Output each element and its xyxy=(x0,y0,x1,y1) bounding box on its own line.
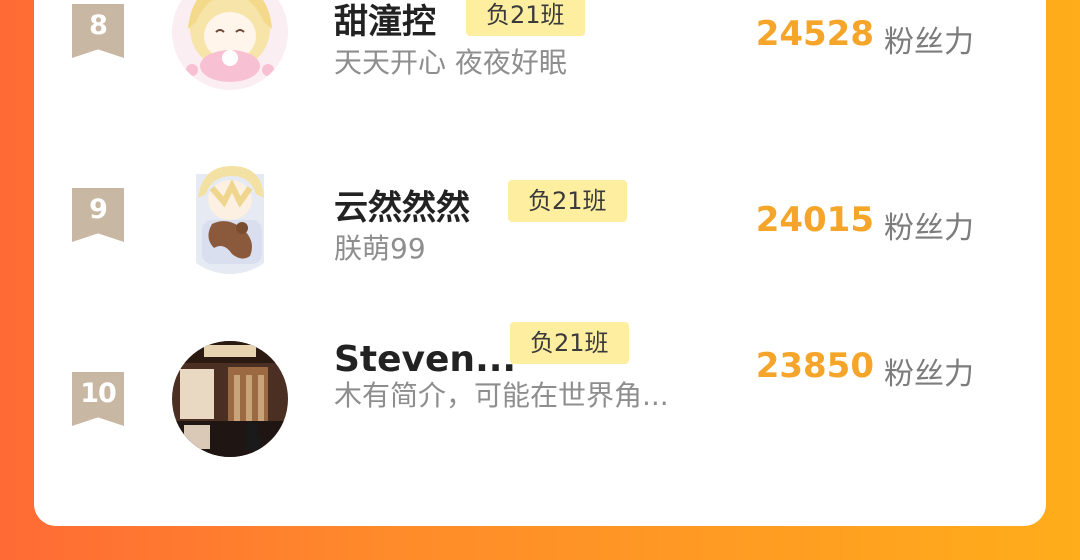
rank-number: 10 xyxy=(80,378,117,409)
class-tag: 负21班 xyxy=(508,180,627,222)
user-name[interactable]: 甜潼控 xyxy=(334,0,436,43)
user-bio: 朕萌99 xyxy=(334,232,426,265)
rank-badge: 8 xyxy=(72,4,124,58)
user-bio: 木有简介，可能在世界角... xyxy=(334,379,669,412)
ranking-card: 8 甜潼控 负21班 天天开心 夜夜好眠 24528 粉丝力 9 云然然然 负2… xyxy=(34,0,1046,526)
user-bio: 天天开心 夜夜好眠 xyxy=(334,46,567,79)
class-tag: 负21班 xyxy=(466,0,585,36)
rank-badge: 10 xyxy=(72,372,124,426)
fans-label: 粉丝力 xyxy=(884,25,974,60)
ranking-row[interactable]: 8 甜潼控 负21班 天天开心 夜夜好眠 24528 粉丝力 xyxy=(34,0,1046,100)
fans-count: 24015 xyxy=(755,200,874,240)
anime-girl-avatar[interactable] xyxy=(172,0,288,90)
fans-count: 23850 xyxy=(755,346,874,386)
ranking-row[interactable]: 9 云然然然 负21班 朕萌99 24015 粉丝力 xyxy=(34,146,1046,286)
class-tag: 负21班 xyxy=(510,322,629,364)
ranking-row[interactable]: 10 Steven... 负21班 木有简介，可能在世界角... 23850 粉… xyxy=(34,322,1046,470)
fans-label: 粉丝力 xyxy=(884,211,974,246)
fans-label: 粉丝力 xyxy=(884,357,974,392)
rank-number: 8 xyxy=(89,10,108,41)
restaurant-photo-avatar[interactable] xyxy=(172,341,288,457)
anime-boy-avatar[interactable] xyxy=(172,158,288,274)
user-name[interactable]: 云然然然 xyxy=(334,180,470,229)
rank-number: 9 xyxy=(89,194,108,225)
rank-badge: 9 xyxy=(72,188,124,242)
fans-count: 24528 xyxy=(755,14,874,54)
